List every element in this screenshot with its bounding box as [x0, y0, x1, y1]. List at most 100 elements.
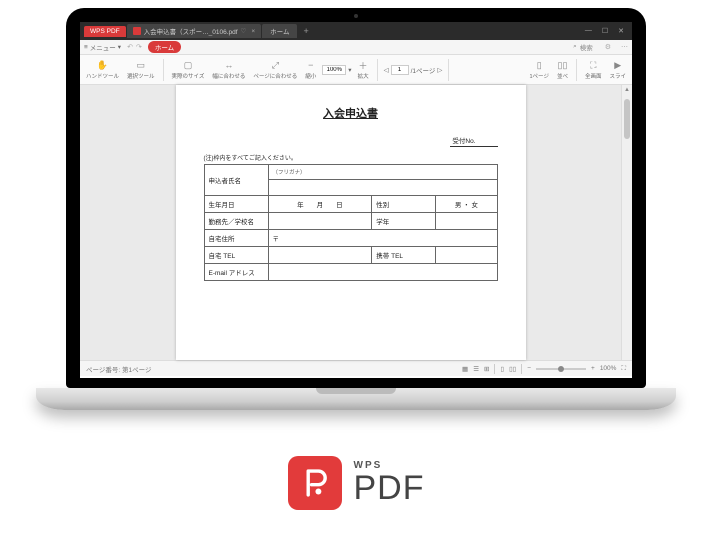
view-mode-icon[interactable]: ▦ [462, 365, 468, 373]
hand-tool[interactable]: ✋ハンドツール [84, 60, 121, 80]
home-tel-field [268, 247, 372, 264]
zoom-out-icon: − [305, 60, 316, 71]
single-page-button[interactable]: ▯1ページ [528, 60, 551, 80]
slideshow-button[interactable]: ▶スライ [607, 60, 628, 80]
fullscreen-button[interactable]: ⛶全画面 [583, 60, 604, 80]
page-1-1-icon: ▢ [182, 60, 193, 71]
home-ribbon-tab[interactable]: ホーム [148, 41, 181, 53]
zoom-minus-icon[interactable]: − [527, 365, 531, 372]
zoom-plus-icon[interactable]: + [591, 365, 595, 372]
brand-pdf: PDF [354, 471, 425, 505]
table-row: 勤務先／学校名 学年 [204, 213, 497, 230]
grade-field [436, 213, 497, 230]
fit-width-icon: ↔ [223, 60, 234, 71]
product-brand: WPS PDF [288, 456, 425, 510]
search-box[interactable]: ⌕ 検索 [573, 42, 593, 52]
more-icon[interactable]: ⋯ [621, 43, 628, 51]
zoom-dropdown-icon[interactable]: ▾ [348, 66, 351, 74]
close-window-icon[interactable]: ✕ [618, 27, 624, 35]
document-viewport[interactable]: 入会申込書 受付No. (注)枠内をすべてご記入ください。 申込者氏名 （フリガ… [80, 85, 632, 360]
close-tab-icon[interactable]: × [251, 28, 255, 35]
single-view-icon[interactable]: ▯ [500, 365, 504, 373]
minimize-icon[interactable]: — [585, 27, 592, 35]
menu-label: メニュー [90, 42, 116, 52]
fit-width-button[interactable]: ↔幅に合わせる [210, 60, 247, 80]
hand-icon: ✋ [97, 60, 108, 71]
vertical-scrollbar[interactable]: ▲ [621, 85, 632, 360]
undo-icon[interactable]: ↶ [127, 43, 133, 51]
menubar: ≡ メニュー ▾ ↶ ↷ ホーム ⌕ 検索 ⚙ ⋯ [80, 40, 632, 55]
sex-label: 性別 [372, 196, 436, 213]
application-form-table: 申込者氏名 （フリガナ） 生年月日 年 月 日 性別 男 ・ 女 勤務先／学校名 [204, 164, 498, 281]
home-tab[interactable]: ホーム [262, 24, 297, 38]
home-tel-label: 自宅 TEL [204, 247, 268, 264]
titlebar: WPS PDF 入会申込書（スポー…_0106.pdf ♡ × ホーム + — … [80, 22, 632, 40]
separator [576, 59, 577, 81]
work-label: 勤務先／学校名 [204, 213, 268, 230]
window-controls: — ☐ ✕ [585, 27, 628, 35]
separator [448, 59, 449, 81]
laptop-notch [316, 388, 396, 394]
address-field: 〒 [268, 230, 497, 247]
furigana-label: （フリガナ） [268, 165, 497, 180]
favorite-icon[interactable]: ♡ [241, 27, 247, 35]
fullscreen-status-icon[interactable]: ⛶ [621, 365, 626, 373]
screen-bezel: WPS PDF 入会申込書（スポー…_0106.pdf ♡ × ホーム + — … [66, 8, 646, 388]
fit-page-button[interactable]: ⤢ページに合わせる [251, 60, 299, 80]
view-mode-icon-3[interactable]: ⊞ [484, 365, 489, 373]
search-icon: ⌕ [573, 43, 577, 51]
app-window: WPS PDF 入会申込書（スポー…_0106.pdf ♡ × ホーム + — … [80, 22, 632, 378]
cursor-icon: ▭ [135, 60, 146, 71]
fullscreen-icon: ⛶ [588, 60, 599, 71]
settings-icon[interactable]: ⚙ [605, 43, 611, 51]
pdf-logo-icon [298, 466, 332, 500]
mobile-tel-field [436, 247, 497, 264]
maximize-icon[interactable]: ☐ [602, 27, 608, 35]
name-field [268, 180, 497, 196]
grade-label: 学年 [372, 213, 436, 230]
continuous-view-icon[interactable]: ▯▯ [509, 365, 516, 373]
table-row: 自宅住所 〒 [204, 230, 497, 247]
table-row: 生年月日 年 月 日 性別 男 ・ 女 [204, 196, 497, 213]
email-label: E-mail アドレス [204, 264, 268, 281]
scroll-up-icon[interactable]: ▲ [624, 87, 630, 93]
actual-size-button[interactable]: ▢実際のサイズ [170, 60, 207, 80]
fit-page-icon: ⤢ [270, 60, 281, 71]
zoom-in-button[interactable]: ＋拡大 [356, 60, 371, 80]
prev-page-icon[interactable]: ◁ [384, 66, 389, 74]
new-tab-button[interactable]: + [297, 26, 314, 36]
work-field [268, 213, 372, 230]
slideshow-icon: ▶ [612, 60, 623, 71]
app-name-tab[interactable]: WPS PDF [84, 26, 126, 37]
doc-title: 入会申込書 [204, 105, 498, 121]
mobile-tel-label: 携帯 TEL [372, 247, 436, 264]
search-placeholder: 検索 [580, 42, 593, 52]
document-tab[interactable]: 入会申込書（スポー…_0106.pdf ♡ × [127, 24, 262, 38]
scrollbar-thumb[interactable] [624, 99, 630, 139]
redo-icon[interactable]: ↷ [136, 43, 142, 51]
laptop-mockup: WPS PDF 入会申込書（スポー…_0106.pdf ♡ × ホーム + — … [36, 8, 676, 428]
facing-pages-button[interactable]: ▯▯並べ [555, 60, 570, 80]
separator [163, 59, 164, 81]
table-row: 自宅 TEL 携帯 TEL [204, 247, 497, 264]
zoom-field: ▾ [322, 65, 351, 75]
next-page-icon[interactable]: ▷ [437, 66, 442, 74]
zoom-slider[interactable] [536, 368, 586, 370]
table-row: E-mail アドレス [204, 264, 497, 281]
zoom-out-button[interactable]: −縮小 [303, 60, 318, 80]
laptop-base [36, 388, 676, 410]
view-mode-icon-2[interactable]: ☰ [473, 365, 479, 373]
slider-knob[interactable] [558, 366, 564, 372]
receipt-label: 受付No. [450, 138, 497, 147]
page-navigator: ◁ /1ページ ▷ [384, 65, 443, 75]
page-info: ページ番号: 第1ページ [86, 364, 151, 374]
zoom-input[interactable] [322, 65, 346, 75]
statusbar: ページ番号: 第1ページ ▦ ☰ ⊞ ▯ ▯▯ − + 100% ⛶ [80, 360, 632, 376]
page-input[interactable] [391, 65, 409, 75]
pdf-page: 入会申込書 受付No. (注)枠内をすべてご記入ください。 申込者氏名 （フリガ… [176, 85, 526, 360]
menu-button[interactable]: ≡ メニュー ▾ [84, 42, 121, 52]
toolbar: ✋ハンドツール ▭選択ツール ▢実際のサイズ ↔幅に合わせる ⤢ページに合わせる… [80, 55, 632, 85]
table-row: 申込者氏名 （フリガナ） [204, 165, 497, 180]
select-tool[interactable]: ▭選択ツール [125, 60, 157, 80]
separator [377, 59, 378, 81]
